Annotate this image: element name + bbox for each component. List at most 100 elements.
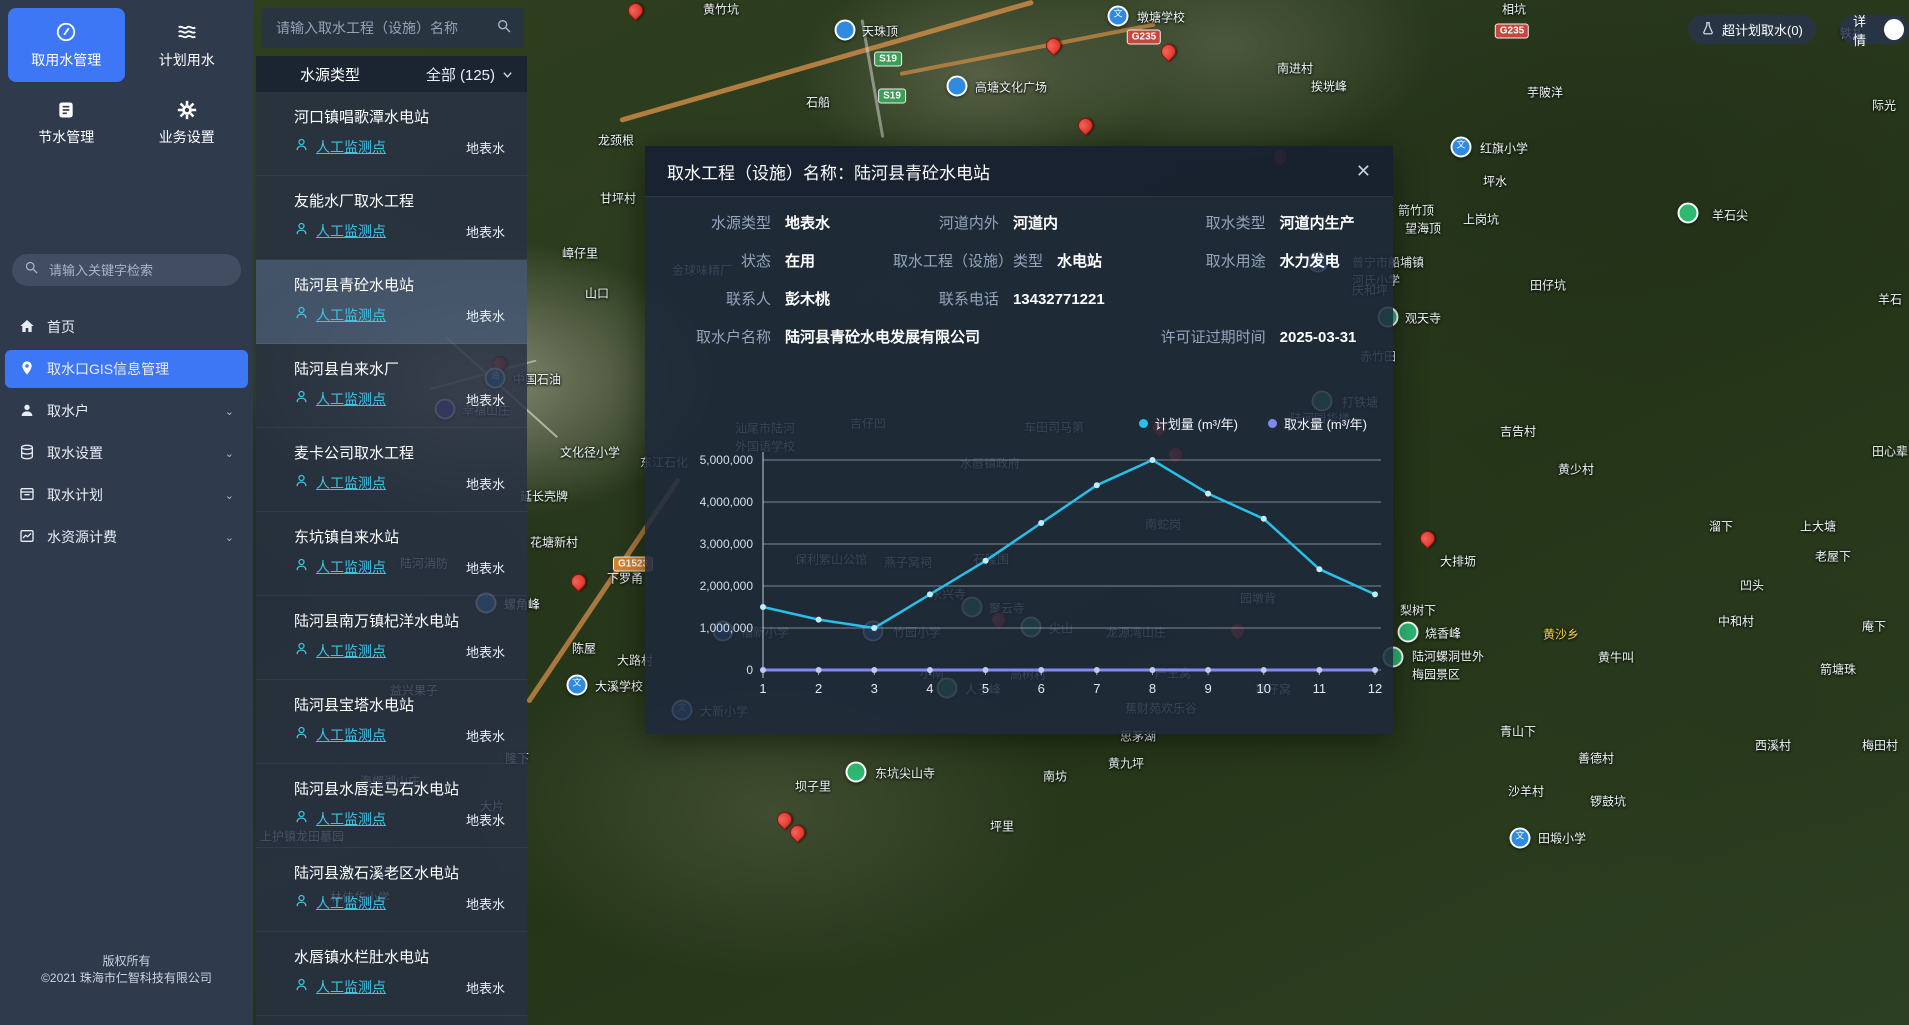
station-detail-modal: 取水工程（设施）名称：陆河县青砼水电站 ✕ 水源类型 地表水河道内外 河道内取水… — [645, 146, 1393, 734]
station-list-item[interactable]: 友能水厂取水工程 人工监测点 地表水 — [256, 176, 527, 260]
station-search-box[interactable] — [262, 8, 524, 48]
water-type-label: 地表水 — [466, 474, 505, 493]
poi-map-pin-icon[interactable] — [1678, 203, 1699, 224]
map-place-label: 中和村 — [1718, 613, 1754, 630]
poi-map-pin-icon[interactable]: 文 — [1510, 828, 1531, 849]
detail-toggle[interactable]: 详情 — [1840, 15, 1909, 44]
monitor-type-link[interactable]: 人工监测点 — [316, 557, 386, 577]
map-place-label: 南进村 — [1277, 60, 1313, 77]
sidebar-item-5[interactable]: 取水计划 ⌄ — [5, 476, 248, 514]
station-list-item[interactable]: 陆河县水唇走马石水电站 人工监测点 地表水 — [256, 764, 527, 848]
legend-item[interactable]: 取水量 (m³/年) — [1268, 414, 1367, 433]
red-map-pin-icon[interactable] — [1158, 41, 1179, 62]
sidebar-item-2[interactable]: 取水口GIS信息管理 — [5, 350, 248, 388]
station-list-item[interactable]: 麦卡公司取水工程 人工监测点 地表水 — [256, 428, 527, 512]
field-value: 水电站 — [1057, 250, 1102, 271]
module-tile-1[interactable]: 取用水管理 — [8, 8, 125, 82]
module-tile-3[interactable]: 节水管理 — [8, 86, 125, 160]
red-map-pin-icon[interactable] — [568, 571, 589, 592]
water-type-label: 地表水 — [466, 978, 505, 997]
station-list-item[interactable]: 东坑镇自来水站 人工监测点 地表水 — [256, 512, 527, 596]
svg-text:0: 0 — [746, 663, 753, 677]
search-icon[interactable] — [496, 18, 512, 39]
person-icon — [294, 809, 309, 829]
svg-text:8: 8 — [1149, 681, 1156, 696]
poi-map-pin-icon[interactable]: 文 — [1108, 6, 1129, 27]
sidebar-item-4[interactable]: 取水设置 ⌄ — [5, 434, 248, 472]
map-place-label: 坪里 — [990, 818, 1014, 835]
station-list-item[interactable]: 陆河县青砼水电站 人工监测点 地表水 — [256, 260, 527, 344]
module-tile-2[interactable]: 计划用水 — [129, 8, 246, 82]
monitor-type-link[interactable]: 人工监测点 — [316, 725, 386, 745]
svg-text:2,000,000: 2,000,000 — [700, 579, 754, 593]
sidebar-item-6[interactable]: 水资源计费 ⌄ — [5, 518, 248, 556]
sidebar-item-1[interactable]: 首页 — [5, 308, 248, 346]
map-place-label: 芋陂洋 — [1527, 84, 1563, 101]
keyword-search-input[interactable] — [47, 262, 229, 279]
monitor-type-link[interactable]: 人工监测点 — [316, 893, 386, 913]
poi-map-pin-icon[interactable] — [846, 762, 867, 783]
poi-map-pin-icon[interactable] — [947, 76, 968, 97]
sidebar-item-label: 取水口GIS信息管理 — [47, 359, 234, 379]
map-place-label: 梅田村 — [1862, 737, 1898, 754]
station-list-item[interactable]: 陆河县自来水厂 人工监测点 地表水 — [256, 344, 527, 428]
person-icon — [294, 389, 309, 409]
poi-map-pin-icon[interactable] — [835, 20, 856, 41]
poi-map-pin-icon[interactable] — [1398, 622, 1419, 643]
station-list-item[interactable]: 河口镇唱歌潭水电站 人工监测点 地表水 — [256, 92, 527, 176]
field-河道内外: 河道内外 河道内 — [893, 212, 1156, 233]
close-icon[interactable]: ✕ — [1356, 162, 1371, 180]
field-label: 状态 — [665, 250, 771, 271]
monitor-type-link[interactable]: 人工监测点 — [316, 137, 386, 157]
monitor-type-link[interactable]: 人工监测点 — [316, 389, 386, 409]
monitor-type-link[interactable]: 人工监测点 — [316, 473, 386, 493]
red-map-pin-icon[interactable] — [787, 822, 808, 843]
legend-item[interactable]: 计划量 (m³/年) — [1139, 414, 1238, 433]
waves-icon — [176, 21, 198, 43]
map-place-label: 老屋下 — [1815, 548, 1851, 565]
modal-header: 取水工程（设施）名称：陆河县青砼水电站 ✕ — [645, 146, 1393, 197]
station-list-item[interactable]: 陆河县宝塔水电站 人工监测点 地表水 — [256, 680, 527, 764]
filter-value-dropdown[interactable]: 全部 (125) — [426, 64, 513, 85]
map-place-label: 山口 — [585, 285, 609, 302]
station-list-item[interactable]: 水唇镇水栏肚水电站 人工监测点 地表水 — [256, 932, 527, 1016]
chevron-down-icon — [502, 69, 513, 80]
red-map-pin-icon[interactable] — [1043, 35, 1064, 56]
map-place-label: 高塘文化广场 — [975, 79, 1047, 96]
monitor-type-link[interactable]: 人工监测点 — [316, 809, 386, 829]
legend-label: 取水量 (m³/年) — [1284, 414, 1367, 433]
monitor-type-link[interactable]: 人工监测点 — [316, 977, 386, 997]
field-label: 取水户名称 — [665, 326, 771, 347]
station-list-item[interactable]: 陆河县激石溪老区水电站 人工监测点 地表水 — [256, 848, 527, 932]
map-place-label: 西溪村 — [1755, 737, 1791, 754]
svg-text:1,000,000: 1,000,000 — [700, 621, 754, 635]
station-list-item[interactable]: 陆河县南万镇杞洋水电站 人工监测点 地表水 — [256, 596, 527, 680]
map-place-label: 善德村 — [1578, 750, 1614, 767]
red-map-pin-icon[interactable] — [1417, 528, 1438, 549]
red-map-pin-icon[interactable] — [1075, 115, 1096, 136]
toggle-knob-icon[interactable] — [1884, 19, 1904, 40]
map-place-label: 大溪学校 — [595, 678, 643, 695]
sidebar-item-3[interactable]: 取水户 ⌄ — [5, 392, 248, 430]
over-plan-alarm-label: 超计划取水(0) — [1722, 20, 1803, 39]
chevron-down-icon: ⌄ — [225, 405, 234, 418]
map-place-label: 吉告村 — [1500, 423, 1536, 440]
station-search-input[interactable] — [274, 19, 496, 37]
monitor-type-link[interactable]: 人工监测点 — [316, 221, 386, 241]
station-fields: 水源类型 地表水河道内外 河道内取水类型 河道内生产状态 在用取水工程（设施）类… — [665, 212, 1375, 347]
over-plan-alarm-button[interactable]: 超计划取水(0) — [1688, 15, 1816, 44]
map-place-label: 凹头 — [1740, 577, 1764, 594]
module-tile-4[interactable]: 业务设置 — [129, 86, 246, 160]
svg-text:5: 5 — [982, 681, 989, 696]
poi-map-pin-icon[interactable]: 文 — [1451, 137, 1472, 158]
red-map-pin-icon[interactable] — [625, 0, 646, 21]
poi-map-pin-icon[interactable]: 文 — [567, 675, 588, 696]
monitor-type-link[interactable]: 人工监测点 — [316, 641, 386, 661]
keyword-search-box[interactable] — [12, 254, 241, 286]
station-name: 陆河县激石溪老区水电站 — [294, 862, 505, 883]
field-label: 联系电话 — [893, 288, 999, 309]
station-name: 陆河县青砼水电站 — [294, 274, 505, 295]
map-place-label: 坪水 — [1483, 173, 1507, 190]
monitor-type-link[interactable]: 人工监测点 — [316, 305, 386, 325]
chevron-down-icon: ⌄ — [225, 447, 234, 460]
